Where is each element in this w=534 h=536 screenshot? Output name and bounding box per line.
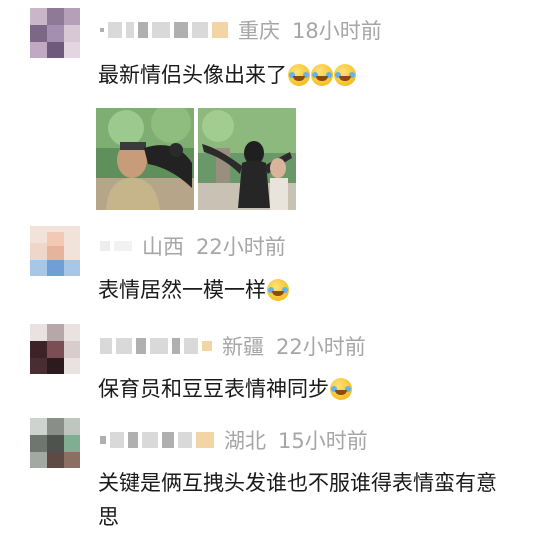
blurred-username[interactable] xyxy=(100,338,212,354)
laugh-cry-icon xyxy=(330,378,352,400)
laugh-cry-icon xyxy=(288,64,310,86)
blurred-username[interactable] xyxy=(100,241,132,251)
laugh-cry-icon xyxy=(267,279,289,301)
laugh-cry-icon xyxy=(311,64,333,86)
comment-meta: 重庆 18小时前 xyxy=(100,15,382,45)
comment-location: 新疆 xyxy=(222,335,264,359)
comment-text: 表情居然一模一样 xyxy=(98,278,266,302)
comment-time: 18小时前 xyxy=(292,19,382,43)
comment-time: 22小时前 xyxy=(196,235,286,259)
comment-time: 15小时前 xyxy=(278,429,368,453)
avatar[interactable] xyxy=(30,226,80,276)
comment-location: 山西 xyxy=(142,235,184,259)
avatar[interactable] xyxy=(30,324,80,374)
laugh-cry-icon xyxy=(334,64,356,86)
comment-text-line: 表情居然一模一样 xyxy=(98,273,504,307)
comment-photo[interactable] xyxy=(96,108,194,210)
comment-text-line: 最新情侣头像出来了 xyxy=(98,58,504,92)
comment-location: 重庆 xyxy=(238,19,280,43)
comment-photo[interactable] xyxy=(198,108,296,210)
comment-meta: 湖北 15小时前 xyxy=(100,425,368,455)
comment-location: 湖北 xyxy=(224,429,266,453)
blurred-username[interactable] xyxy=(100,22,228,38)
avatar[interactable] xyxy=(30,8,80,58)
comment-meta: 山西 22小时前 xyxy=(100,231,286,261)
comment-time: 22小时前 xyxy=(276,335,366,359)
avatar[interactable] xyxy=(30,418,80,468)
comment-text: 保育员和豆豆表情神同步 xyxy=(98,377,329,401)
comment-text: 最新情侣头像出来了 xyxy=(98,63,287,87)
blurred-username[interactable] xyxy=(100,432,214,448)
comment-text: 关键是俩互拽头发谁也不服谁得表情蛮有意思 xyxy=(98,471,497,529)
comment-photos xyxy=(96,108,296,210)
comment-text-line: 保育员和豆豆表情神同步 xyxy=(98,372,504,406)
comment-meta: 新疆 22小时前 xyxy=(100,331,366,361)
